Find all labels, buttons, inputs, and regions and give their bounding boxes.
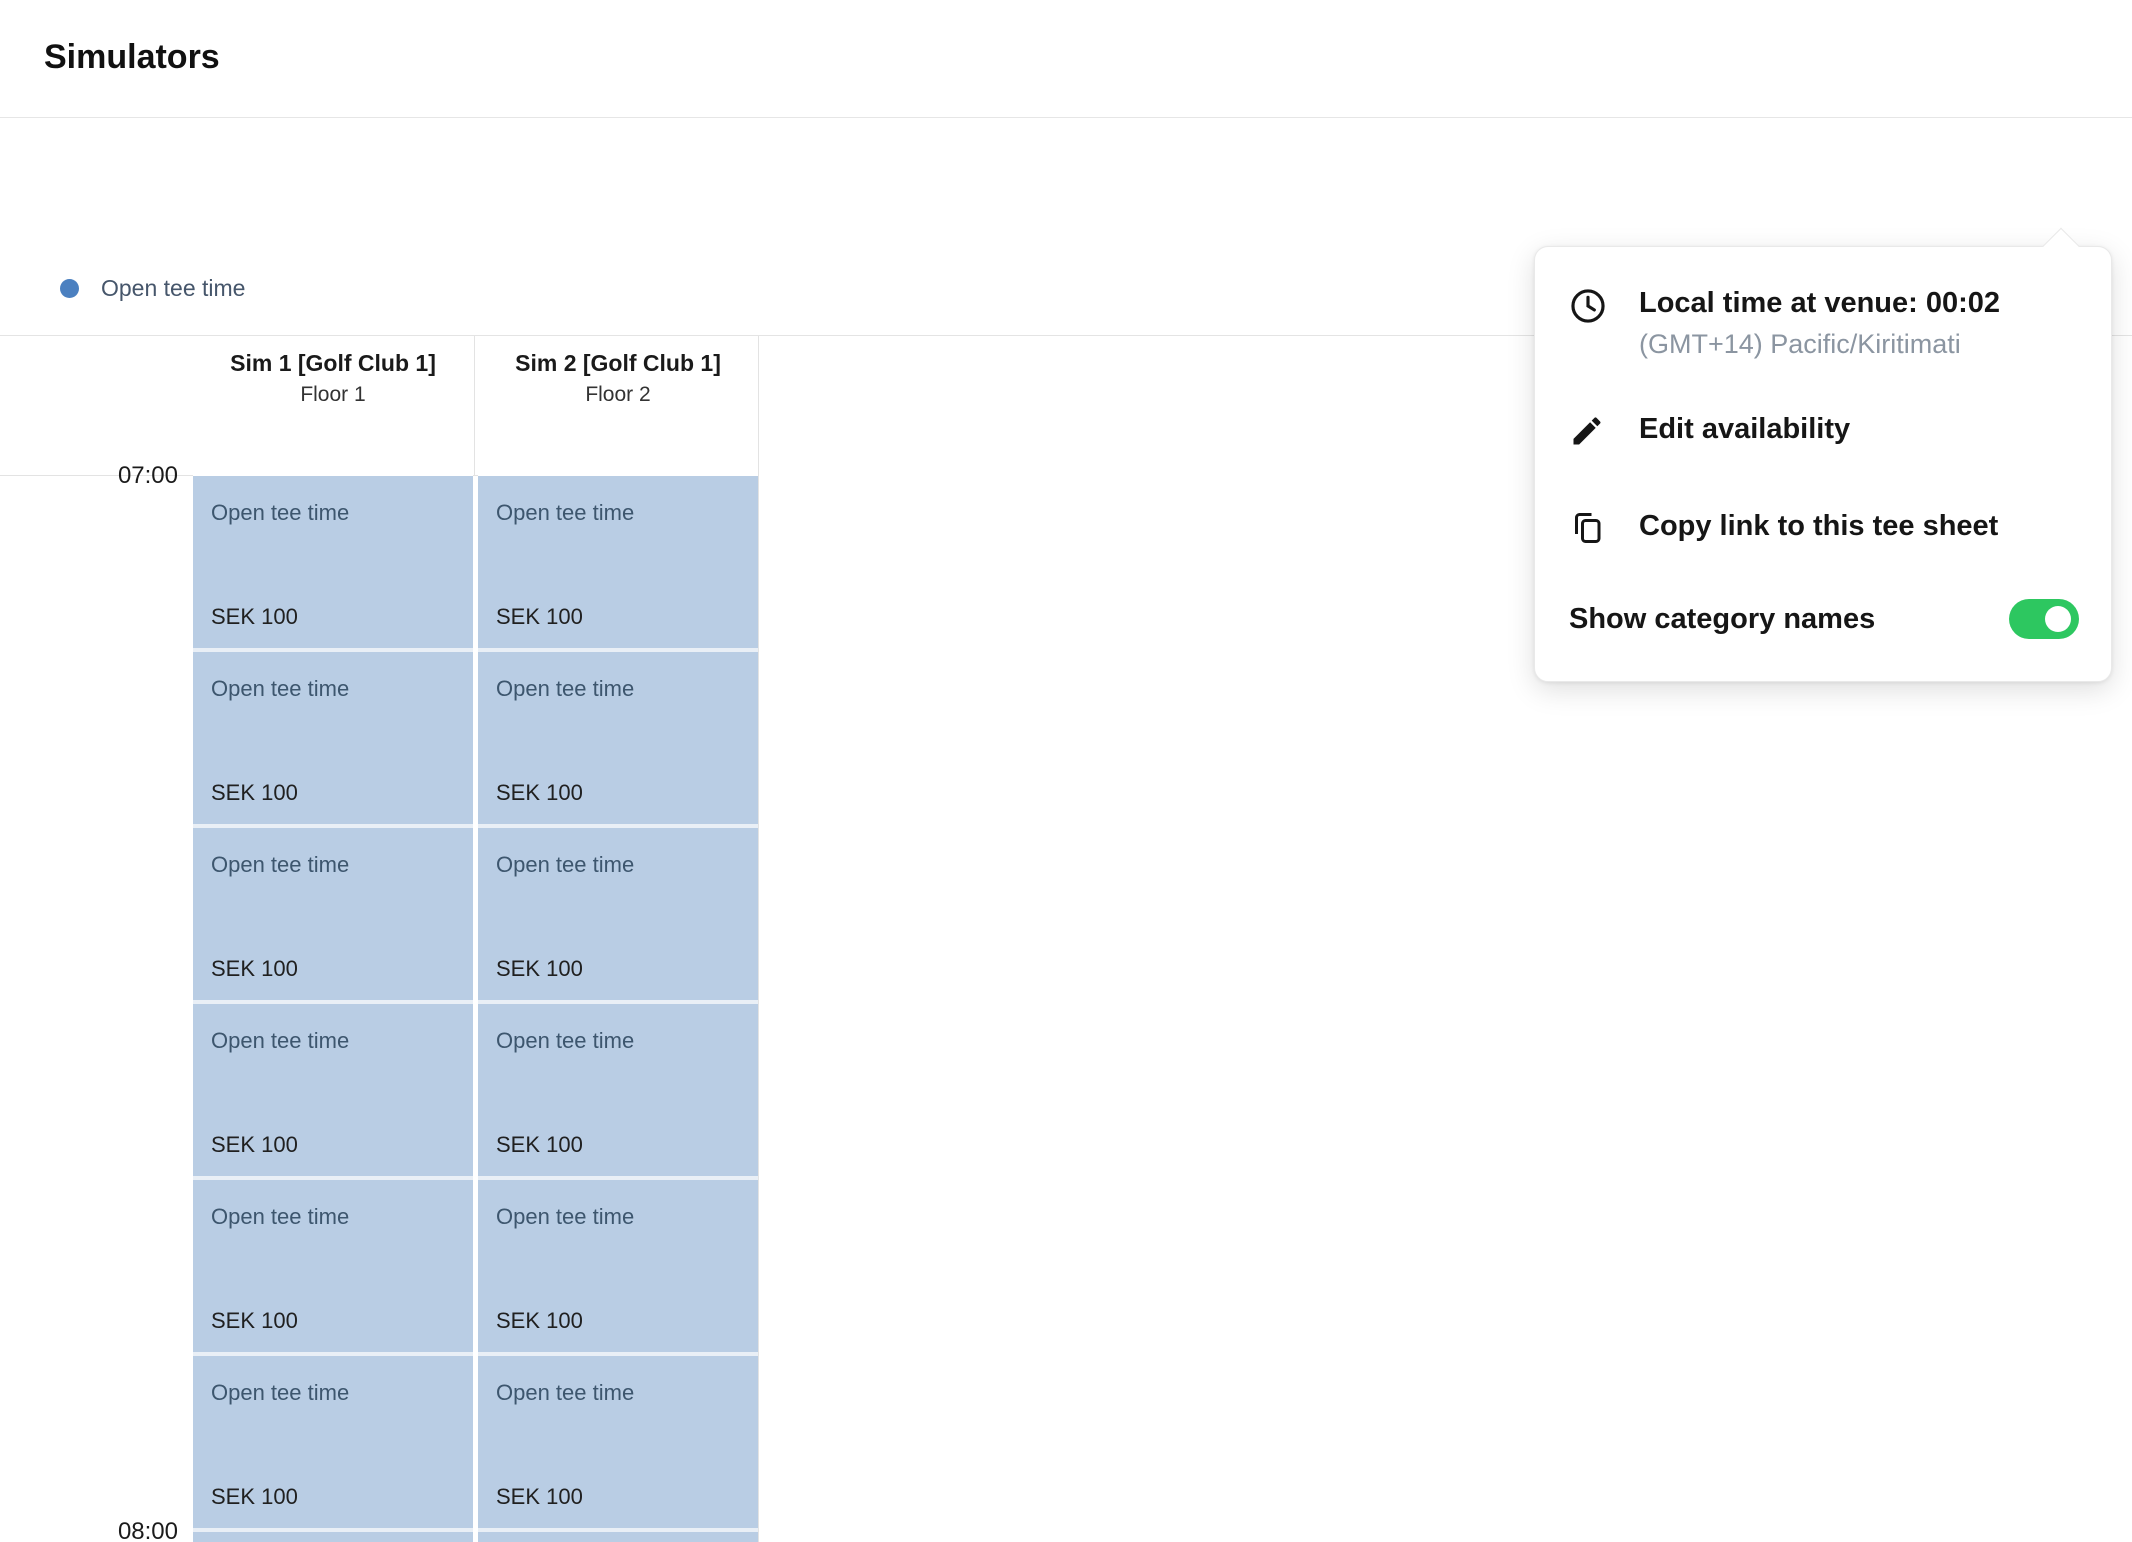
open-tee-time-slot[interactable] bbox=[478, 1532, 758, 1542]
slot-price: SEK 100 bbox=[496, 1484, 583, 1510]
open-tee-time-slot[interactable]: Open tee time SEK 100 bbox=[478, 652, 758, 828]
slot-price: SEK 100 bbox=[211, 1484, 298, 1510]
open-tee-time-dot bbox=[60, 279, 79, 298]
menu-item-local-time: Local time at venue: 00:02 (GMT+14) Paci… bbox=[1569, 285, 2000, 360]
legend-item-open-tee-time: Open tee time bbox=[60, 275, 245, 302]
slot-price: SEK 100 bbox=[496, 956, 583, 982]
open-tee-time-slot[interactable]: Open tee time SEK 100 bbox=[193, 1356, 473, 1532]
pencil-icon bbox=[1569, 411, 1639, 449]
slot-price: SEK 100 bbox=[496, 1132, 583, 1158]
slot-price: SEK 100 bbox=[211, 604, 298, 630]
slot-label: Open tee time bbox=[211, 1380, 349, 1406]
open-tee-time-slot[interactable]: Open tee time SEK 100 bbox=[193, 828, 473, 1004]
copy-link-label: Copy link to this tee sheet bbox=[1639, 508, 1998, 544]
column-header: Sim 1 [Golf Club 1] Floor 1 bbox=[193, 336, 473, 476]
grid-border-right bbox=[758, 336, 759, 1542]
more-options-menu: Local time at venue: 00:02 (GMT+14) Paci… bbox=[1534, 246, 2112, 682]
open-tee-time-slot[interactable]: Open tee time SEK 100 bbox=[478, 1004, 758, 1180]
open-tee-time-slot[interactable]: Open tee time SEK 100 bbox=[193, 476, 473, 652]
slot-price: SEK 100 bbox=[211, 780, 298, 806]
toggle-knob bbox=[2045, 606, 2071, 632]
open-tee-time-slot[interactable]: Open tee time SEK 100 bbox=[478, 828, 758, 1004]
open-tee-time-slot[interactable]: Open tee time SEK 100 bbox=[478, 476, 758, 652]
slot-price: SEK 100 bbox=[496, 780, 583, 806]
menu-item-edit-availability[interactable]: Edit availability bbox=[1569, 411, 1850, 449]
show-category-names-toggle[interactable] bbox=[2009, 599, 2079, 639]
slot-label: Open tee time bbox=[211, 676, 349, 702]
slot-label: Open tee time bbox=[496, 852, 634, 878]
menu-item-show-category-names: Show category names bbox=[1569, 599, 2079, 639]
time-label: 08:00 bbox=[0, 1518, 178, 1542]
slot-label: Open tee time bbox=[496, 676, 634, 702]
slot-price: SEK 100 bbox=[496, 1308, 583, 1334]
open-tee-time-slot[interactable]: Open tee time SEK 100 bbox=[478, 1180, 758, 1356]
menu-item-copy-link[interactable]: Copy link to this tee sheet bbox=[1569, 508, 1998, 546]
legend-label: Open tee time bbox=[101, 275, 245, 302]
column-subtitle: Floor 1 bbox=[193, 383, 473, 407]
time-label: 07:00 bbox=[0, 462, 178, 490]
clock-icon bbox=[1569, 285, 1639, 325]
slot-price: SEK 100 bbox=[496, 604, 583, 630]
edit-availability-label: Edit availability bbox=[1639, 411, 1850, 447]
slot-price: SEK 100 bbox=[211, 1132, 298, 1158]
column-title: Sim 1 [Golf Club 1] bbox=[218, 348, 448, 379]
slot-label: Open tee time bbox=[496, 500, 634, 526]
slot-label: Open tee time bbox=[211, 500, 349, 526]
sim-column: Sim 1 [Golf Club 1] Floor 1 Open tee time S… bbox=[193, 336, 473, 1542]
open-tee-time-slot[interactable]: Open tee time SEK 100 bbox=[193, 1180, 473, 1356]
page-title: Simulators bbox=[44, 38, 220, 77]
grid-border-middle bbox=[474, 336, 475, 476]
column-title: Sim 2 [Golf Club 1] bbox=[503, 348, 733, 379]
slot-label: Open tee time bbox=[496, 1380, 634, 1406]
slot-price: SEK 100 bbox=[211, 956, 298, 982]
column-header: Sim 2 [Golf Club 1] Floor 2 bbox=[478, 336, 758, 476]
slot-label: Open tee time bbox=[211, 1028, 349, 1054]
open-tee-time-slot[interactable] bbox=[193, 1532, 473, 1542]
slot-label: Open tee time bbox=[496, 1204, 634, 1230]
slot-label: Open tee time bbox=[211, 852, 349, 878]
slot-label: Open tee time bbox=[211, 1204, 349, 1230]
open-tee-time-slot[interactable]: Open tee time SEK 100 bbox=[478, 1356, 758, 1532]
local-time-title: Local time at venue: 00:02 bbox=[1639, 285, 2000, 321]
slot-price: SEK 100 bbox=[211, 1308, 298, 1334]
slot-label: Open tee time bbox=[496, 1028, 634, 1054]
copy-icon bbox=[1569, 508, 1639, 546]
toolbar: Simulator 1 ← → Today, 2 May bbox=[0, 118, 2132, 253]
title-bar: Simulators bbox=[0, 0, 2132, 118]
sim-column: Sim 2 [Golf Club 1] Floor 2 Open tee time S… bbox=[478, 336, 758, 1542]
local-time-zone: (GMT+14) Pacific/Kiritimati bbox=[1639, 329, 2000, 360]
open-tee-time-slot[interactable]: Open tee time SEK 100 bbox=[193, 1004, 473, 1180]
show-category-names-label: Show category names bbox=[1569, 601, 1875, 637]
column-subtitle: Floor 2 bbox=[478, 383, 758, 407]
open-tee-time-slot[interactable]: Open tee time SEK 100 bbox=[193, 652, 473, 828]
